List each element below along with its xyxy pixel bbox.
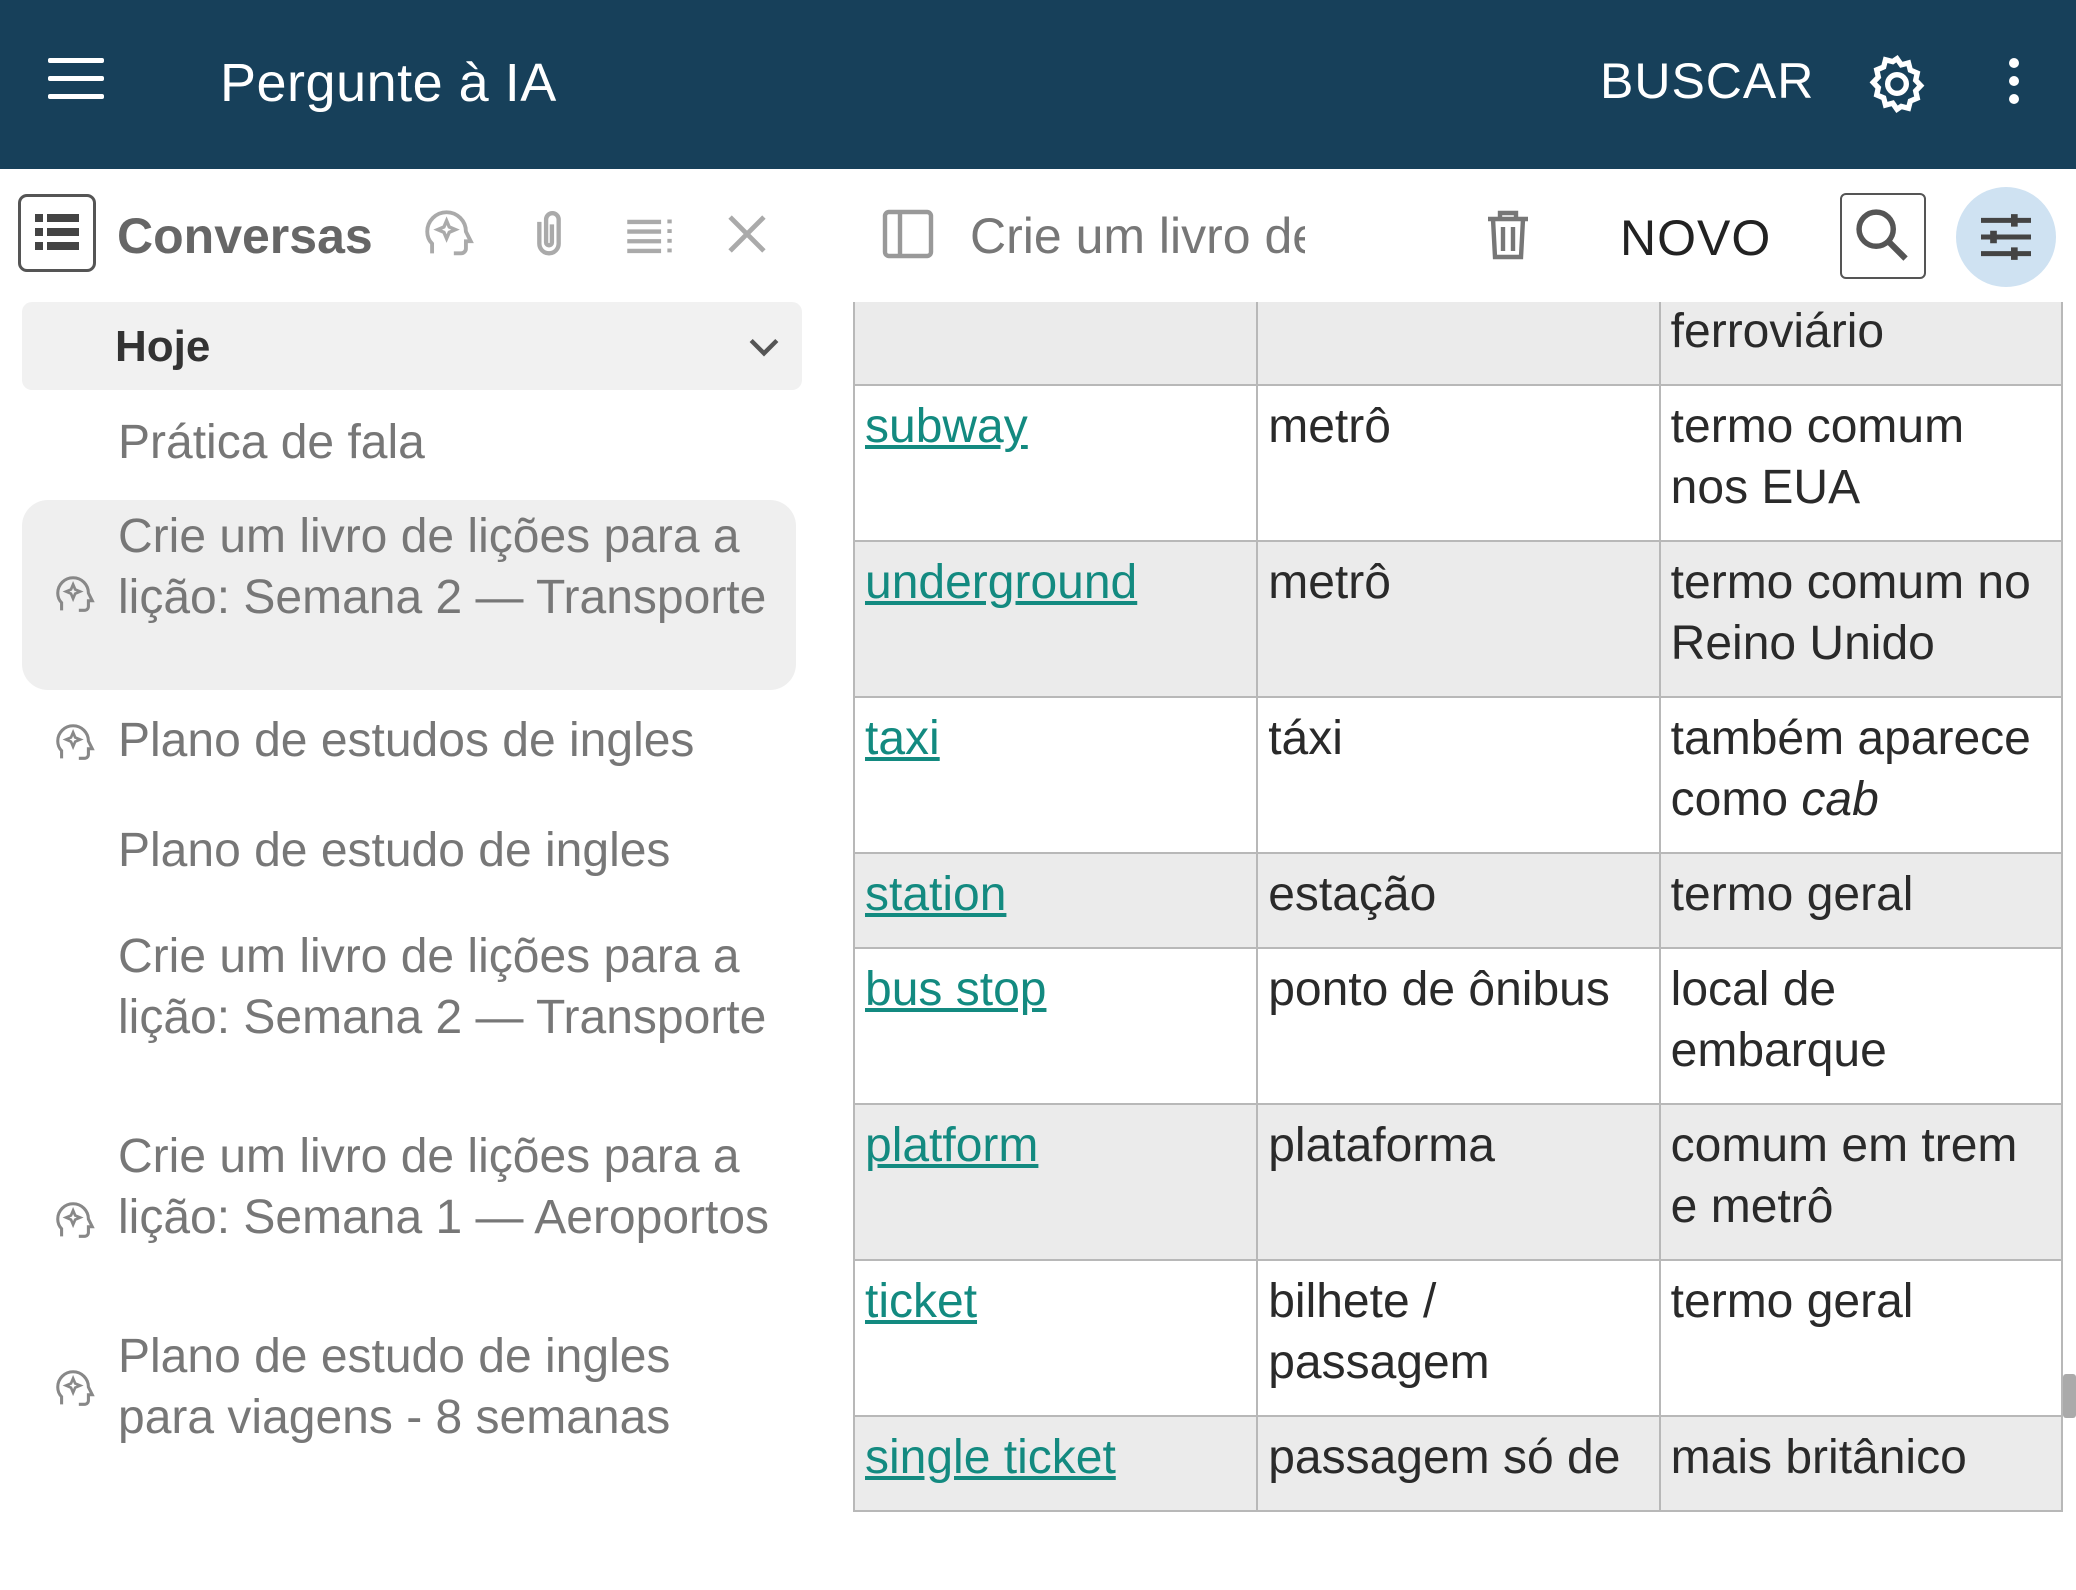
conversation-item[interactable]: Plano de estudo de ingles xyxy=(22,820,796,890)
list-icon[interactable] xyxy=(18,194,96,272)
note-text: termo comum no Reino Unido xyxy=(1670,556,2031,670)
term-cell: platform xyxy=(853,1103,1259,1261)
note-italic-text: cab xyxy=(1801,773,1879,826)
tune-icon[interactable] xyxy=(1956,187,2056,287)
translation-cell: bilhete / passagem xyxy=(1256,1259,1661,1417)
translation-cell: trem xyxy=(1256,302,1661,386)
ai-brain-icon xyxy=(52,1366,98,1412)
chat-title: Crie um livro de liç... xyxy=(970,208,1305,264)
chevron-down-icon[interactable] xyxy=(742,324,786,368)
close-icon[interactable] xyxy=(718,205,776,263)
conversation-item[interactable]: Plano de estudo de ingles para viagens -… xyxy=(22,1326,796,1456)
translation-cell: metrô xyxy=(1256,384,1661,542)
term-cell: train xyxy=(853,302,1259,386)
note-text: comum em trem e metrô xyxy=(1670,1119,2018,1233)
term-link[interactable]: ticket xyxy=(865,1275,977,1328)
sidebar-title: Conversas xyxy=(117,208,373,264)
term-link[interactable]: bus stop xyxy=(865,963,1046,1016)
conversation-label: Plano de estudos de ingles xyxy=(118,714,695,767)
table-row: platform plataforma comum em trem e metrô xyxy=(853,1103,2063,1261)
conversation-label: Prática de fala xyxy=(118,416,425,469)
more-vert-icon[interactable] xyxy=(2000,52,2028,116)
note-cell: termo comum no Reino Unido xyxy=(1658,540,2063,698)
app-bar: Pergunte à IA BUSCAR xyxy=(0,0,2076,169)
chat-content[interactable]: traintremtransporte ferroviário subway met… xyxy=(853,302,2063,1590)
translation-cell: ponto de ônibus xyxy=(1256,947,1661,1105)
note-cell: termo comum nos EUA xyxy=(1658,384,2063,542)
table-row: underground metrô termo comum no Reino Uni… xyxy=(853,540,2063,698)
conversation-label: Crie um livro de lições para a lição: Se… xyxy=(118,1130,770,1244)
ai-brain-icon xyxy=(52,1198,98,1244)
note-text: termo geral xyxy=(1670,868,1914,921)
table-row: traintremtransporte ferroviário xyxy=(853,302,2063,386)
search-icon[interactable] xyxy=(1840,193,1926,279)
term-link[interactable]: platform xyxy=(865,1119,1038,1172)
note-cell: termo geral xyxy=(1658,1259,2063,1417)
note-cell: comum em trem e metrô xyxy=(1658,1103,2063,1261)
term-link[interactable]: subway xyxy=(865,400,1028,453)
term-link[interactable]: station xyxy=(865,868,1006,921)
chat-toolbar: Crie um livro de liç... NOVO xyxy=(852,169,2076,304)
trash-icon[interactable] xyxy=(1484,207,1532,263)
table-row: ticket bilhete / passagem termo geral xyxy=(853,1259,2063,1417)
translation-cell: estação xyxy=(1256,852,1661,949)
term-cell: taxi xyxy=(853,696,1259,854)
conversation-item[interactable]: Prática de fala xyxy=(22,412,796,482)
translation-cell: metrô xyxy=(1256,540,1661,698)
menu-icon[interactable] xyxy=(48,58,104,100)
note-cell: também aparece como cab xyxy=(1658,696,2063,854)
vocab-table: traintremtransporte ferroviário subway met… xyxy=(853,302,2063,1512)
term-cell: bus stop xyxy=(853,947,1259,1105)
note-cell: termo geral xyxy=(1658,852,2063,949)
paperclip-icon[interactable] xyxy=(520,205,578,263)
note-cell: local de embarque xyxy=(1658,947,2063,1105)
group-label: Hoje xyxy=(115,322,211,371)
translation-cell: táxi xyxy=(1256,696,1661,854)
conversation-item-selected[interactable]: Crie um livro de lições para a lição: Se… xyxy=(22,500,796,690)
term-cell: station xyxy=(853,852,1259,949)
table-row: bus stop ponto de ônibus local de embarque xyxy=(853,947,2063,1105)
scrollbar-thumb[interactable] xyxy=(2063,1374,2076,1418)
conversation-label: Plano de estudo de ingles para viagens -… xyxy=(118,1330,671,1444)
conversation-item[interactable]: Crie um livro de lições para a lição: Se… xyxy=(22,1126,796,1316)
note-text: termo comum nos EUA xyxy=(1670,400,1965,514)
note-text: mais britânico xyxy=(1670,1431,1967,1484)
term-cell: underground xyxy=(853,540,1259,698)
conversation-item[interactable]: Crie um livro de lições para a lição: Se… xyxy=(22,926,796,1116)
translation-cell: plataforma xyxy=(1256,1103,1661,1261)
conversation-label: Crie um livro de lições para a lição: Se… xyxy=(118,930,767,1044)
table-row: station estação termo geral xyxy=(853,852,2063,949)
term-link[interactable]: underground xyxy=(865,556,1137,609)
sidebar-toolbar: Conversas xyxy=(0,169,840,304)
table-row: subway metrô termo comum nos EUA xyxy=(853,384,2063,542)
conversation-item[interactable]: Plano de estudos de ingles xyxy=(22,710,796,780)
ai-brain-icon xyxy=(52,572,98,618)
group-header-today[interactable]: Hoje xyxy=(22,302,802,390)
note-cell: mais britânico xyxy=(1658,1415,2063,1512)
note-text: transporte ferroviário xyxy=(1670,305,1885,358)
app-title: Pergunte à IA xyxy=(220,53,557,113)
sort-list-icon[interactable] xyxy=(620,205,678,263)
term-cell: single ticket xyxy=(853,1415,1259,1512)
term-cell: ticket xyxy=(853,1259,1259,1417)
translation-cell: passagem só de xyxy=(1256,1415,1661,1512)
term-link[interactable]: single ticket xyxy=(865,1431,1116,1484)
term-cell: subway xyxy=(853,384,1259,542)
gear-icon[interactable] xyxy=(1865,52,1929,116)
note-text: termo geral xyxy=(1670,1275,1914,1328)
table-row: taxi táxi também aparece como cab xyxy=(853,696,2063,854)
note-text: local de embarque xyxy=(1670,963,1887,1077)
panel-toggle-icon[interactable] xyxy=(882,209,934,259)
new-button[interactable]: NOVO xyxy=(1620,209,1771,267)
term-link[interactable]: taxi xyxy=(865,712,940,765)
conversation-label: Plano de estudo de ingles xyxy=(118,824,671,877)
ai-brain-icon[interactable] xyxy=(420,205,478,263)
table-row: single ticket passagem só de mais britânic… xyxy=(853,1415,2063,1512)
search-button[interactable]: BUSCAR xyxy=(1600,52,1814,110)
conversation-label: Crie um livro de lições para a lição: Se… xyxy=(118,510,767,624)
ai-brain-icon xyxy=(52,720,98,766)
note-cell: transporte ferroviário xyxy=(1658,302,2063,386)
